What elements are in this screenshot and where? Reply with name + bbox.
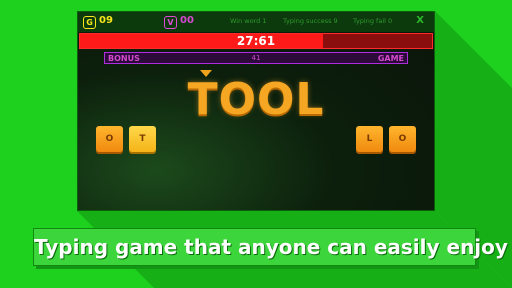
timer-text: 27:61	[236, 34, 276, 48]
timer-bar: 27:61	[79, 33, 433, 49]
top-status-bar: G 09 V 00 Win word 1 Typing success 9 Ty…	[78, 12, 434, 32]
close-button[interactable]: X	[416, 15, 424, 26]
game-window: G 09 V 00 Win word 1 Typing success 9 Ty…	[77, 11, 435, 211]
v-point-count: 00	[180, 15, 194, 26]
typing-success-stat: Typing success 9	[283, 17, 338, 25]
typing-fail-stat: Typing fail 0	[353, 17, 393, 25]
letter-tile[interactable]: O	[389, 126, 416, 152]
caption-text: Typing game that anyone can easily enjoy	[34, 235, 508, 259]
win-word-stat: Win word 1	[230, 17, 267, 25]
target-word: TOOL	[187, 74, 325, 125]
gold-count: 09	[99, 15, 113, 26]
game-label: GAME	[377, 54, 404, 63]
promo-caption: Typing game that anyone can easily enjoy	[33, 228, 508, 266]
bonus-bar: BONUS 41 GAME	[104, 52, 408, 64]
bonus-value: 41	[251, 54, 261, 62]
v-point-icon: V	[164, 16, 177, 29]
letter-tile[interactable]: O	[96, 126, 123, 152]
letter-tile[interactable]: T	[129, 126, 156, 152]
letter-tile[interactable]: L	[356, 126, 383, 152]
gold-coin-icon: G	[83, 16, 96, 29]
